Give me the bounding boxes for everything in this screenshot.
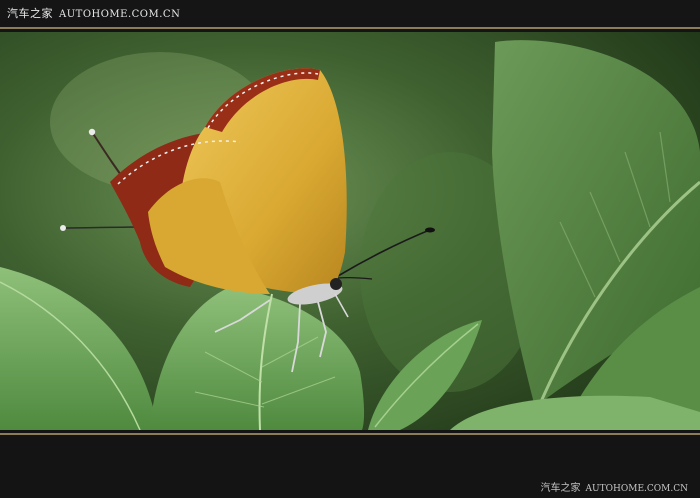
header-brand-site: AUTOHOME.COM.CN — [59, 9, 181, 20]
header-bar: 汽车之家 AUTOHOME.COM.CN — [0, 0, 700, 27]
photo-frame: 汽车之家 AUTOHOME.COM.CN 汽车之家 AUTOHOME.COM.C… — [0, 0, 700, 498]
tail-lower-tip — [60, 225, 66, 231]
butterfly-photo — [0, 32, 700, 430]
footer-watermark: 汽车之家 AUTOHOME.COM.CN — [541, 479, 688, 494]
header-brand: 汽车之家 AUTOHOME.COM.CN — [7, 5, 180, 21]
antenna-right-tip — [425, 227, 435, 233]
bottom-divider — [0, 433, 700, 435]
top-divider — [0, 27, 700, 29]
butterfly-photo-illustration — [0, 32, 700, 430]
header-brand-cn: 汽车之家 — [7, 7, 53, 20]
footer-watermark-cn: 汽车之家 — [540, 483, 581, 494]
butterfly-eye — [330, 278, 342, 290]
tail-upper-tip — [88, 128, 96, 136]
footer-watermark-site: AUTOHOME.COM.CN — [585, 484, 688, 494]
footer-bar: 汽车之家 AUTOHOME.COM.CN — [0, 436, 700, 498]
